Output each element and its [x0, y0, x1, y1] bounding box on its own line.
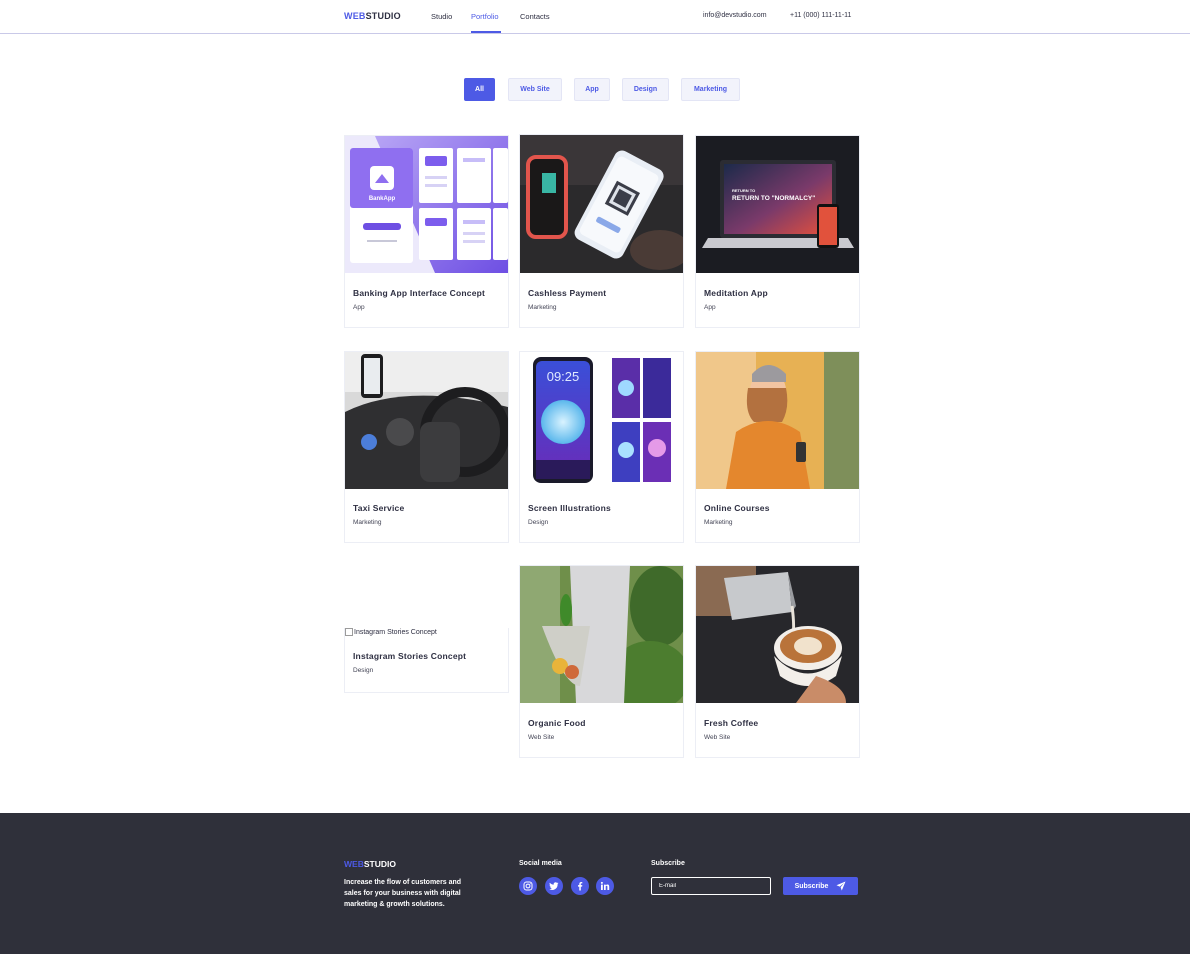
portfolio-title: Organic Food: [528, 718, 586, 728]
portfolio-card-cashless[interactable]: Cashless Payment Marketing: [519, 134, 684, 328]
portfolio-title: Fresh Coffee: [704, 718, 759, 728]
bank-app-logo-text: BankApp: [369, 196, 396, 202]
portfolio-card-fresh-coffee[interactable]: Fresh Coffee Web Site: [695, 565, 860, 758]
portfolio-card-instagram-stories[interactable]: Instagram Stories Concept Instagram Stor…: [344, 628, 509, 693]
filter-app[interactable]: App: [574, 78, 610, 101]
twitter-icon[interactable]: [545, 877, 563, 895]
portfolio-image-banking: BankApp: [345, 136, 508, 273]
portfolio-category: Marketing: [353, 519, 382, 526]
portfolio-title: Online Courses: [704, 503, 770, 513]
portfolio-card-banking[interactable]: BankApp Banking App Interface Concept Ap…: [344, 135, 509, 328]
subscribe-button[interactable]: Subscribe: [783, 877, 858, 895]
instagram-icon[interactable]: [519, 877, 537, 895]
social-heading: Social media: [519, 860, 562, 867]
portfolio-image-fresh-coffee: [696, 566, 859, 703]
portfolio-image-cashless: [520, 135, 683, 273]
logo-secondary: STUDIO: [365, 11, 401, 21]
site-footer: WEBSTUDIO Increase the flow of customers…: [0, 813, 1190, 954]
footer-logo-secondary: STUDIO: [363, 859, 396, 869]
footer-logo[interactable]: WEBSTUDIO: [344, 859, 396, 869]
filter-web-site[interactable]: Web Site: [508, 78, 562, 101]
broken-image-alt-text: Instagram Stories Concept: [354, 628, 437, 636]
portfolio-category: Marketing: [704, 519, 733, 526]
portfolio-category: Design: [528, 519, 549, 526]
portfolio-title: Banking App Interface Concept: [353, 288, 486, 298]
portfolio-title: Screen Illustrations: [528, 503, 611, 513]
portfolio-card-organic-food[interactable]: Organic Food Web Site: [519, 565, 684, 758]
nav-studio[interactable]: Studio: [431, 12, 452, 21]
nav-active-indicator: [471, 31, 501, 33]
portfolio-title: Cashless Payment: [528, 288, 607, 298]
footer-logo-primary: WEB: [344, 859, 364, 869]
portfolio-category: Web Site: [704, 734, 731, 741]
portfolio-category: App: [353, 304, 365, 311]
linkedin-icon[interactable]: [596, 877, 614, 895]
send-icon: [836, 881, 846, 891]
portfolio-card-online-courses[interactable]: Online Courses Marketing: [695, 351, 860, 543]
portfolio-category: App: [704, 304, 716, 311]
filter-all[interactable]: All: [464, 78, 495, 101]
subscribe-heading: Subscribe: [651, 860, 685, 867]
portfolio-card-screen-illustrations[interactable]: 09:25 Screen Illustrations Design: [519, 351, 684, 543]
logo[interactable]: WEBSTUDIO: [344, 11, 401, 21]
portfolio-category: Marketing: [528, 304, 557, 311]
broken-image-icon: [345, 628, 353, 636]
broken-image-placeholder: Instagram Stories Concept: [345, 628, 437, 636]
phone-time-text: 09:25: [547, 369, 580, 384]
site-header: WEBSTUDIO Studio Portfolio Contacts info…: [0, 0, 1190, 34]
nav-contacts[interactable]: Contacts: [520, 12, 550, 21]
portfolio-title: Meditation App: [704, 288, 768, 298]
portfolio-image-organic-food: [520, 566, 683, 703]
portfolio-image-online-courses: [696, 352, 859, 489]
portfolio-card-taxi[interactable]: Taxi Service Marketing: [344, 351, 509, 543]
filter-design[interactable]: Design: [622, 78, 669, 101]
meditation-headline-text: RETURN TO "NORMALCY": [732, 195, 815, 202]
portfolio-category: Design: [353, 667, 374, 674]
portfolio-image-screen-illustrations: 09:25: [520, 352, 683, 489]
portfolio-image-taxi: [345, 352, 508, 489]
nav-portfolio[interactable]: Portfolio: [471, 12, 499, 21]
logo-primary: WEB: [344, 11, 366, 21]
subscribe-button-label: Subscribe: [794, 882, 829, 890]
portfolio-category: Web Site: [528, 734, 555, 741]
portfolio-title: Taxi Service: [353, 503, 405, 513]
portfolio-image-meditation: RETURN TO RETURN TO "NORMALCY": [696, 136, 859, 273]
header-phone-link[interactable]: +11 (000) 111-11-11: [790, 12, 851, 19]
footer-description: Increase the flow of customers and sales…: [344, 879, 462, 908]
portfolio-title: Instagram Stories Concept: [353, 651, 467, 661]
filter-marketing[interactable]: Marketing: [681, 78, 740, 101]
facebook-icon[interactable]: [571, 877, 589, 895]
email-field[interactable]: [651, 877, 771, 895]
portfolio-card-meditation[interactable]: RETURN TO RETURN TO "NORMALCY" Meditatio…: [695, 135, 860, 328]
svg-text:RETURN TO: RETURN TO: [732, 188, 755, 193]
header-email-link[interactable]: info@devstudio.com: [703, 12, 767, 19]
